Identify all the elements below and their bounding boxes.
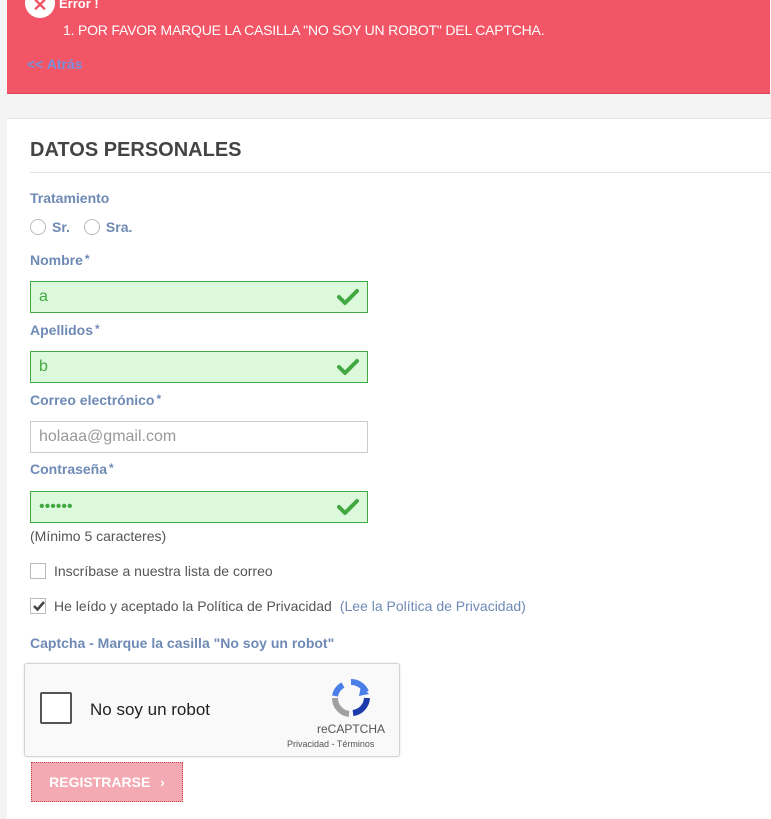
radio-sr[interactable] [30, 219, 46, 235]
apellidos-label-text: Apellidos [30, 322, 94, 338]
email-placeholder: holaaa@gmail.com [39, 428, 177, 445]
correo-label: Correo electrónico * [30, 392, 161, 408]
error-banner: ✕ Error ! 1. POR FAVOR MARQUE LA CASILLA… [7, 0, 770, 94]
newsletter-label[interactable]: Inscríbase a nuestra lista de correo [54, 563, 273, 579]
chevron-right-icon: › [160, 774, 165, 790]
section-divider [30, 172, 771, 173]
nombre-label: Nombre * [30, 252, 90, 268]
register-button[interactable]: REGISTRARSE › [31, 762, 183, 802]
error-title: Error ! [59, 0, 99, 11]
newsletter-row: Inscríbase a nuestra lista de correo [30, 563, 273, 579]
register-label: REGISTRARSE [49, 774, 151, 790]
personal-data-card: DATOS PERSONALES Tratamiento Sr. Sra. No… [7, 118, 771, 819]
privacy-row: He leído y aceptado la Política de Priva… [30, 598, 526, 614]
newsletter-checkbox[interactable] [30, 563, 46, 579]
section-title: DATOS PERSONALES [30, 139, 242, 161]
captcha-label: Captcha - Marque la casilla "No soy un r… [30, 635, 335, 651]
recaptcha-logo-icon [331, 678, 370, 717]
radio-sra-label[interactable]: Sra. [106, 219, 132, 235]
recaptcha-links[interactable]: Privacidad - Términos [287, 739, 374, 749]
radio-sr-label[interactable]: Sr. [52, 219, 70, 235]
tratamiento-options: Sr. Sra. [30, 219, 140, 235]
check-icon [337, 289, 359, 305]
required-mark: * [109, 461, 114, 475]
required-mark: * [95, 322, 100, 336]
radio-sra[interactable] [83, 219, 100, 235]
apellidos-label: Apellidos * [30, 322, 100, 338]
tratamiento-label: Tratamiento [30, 190, 110, 206]
password-hint: (Mínimo 5 caracteres) [30, 528, 167, 544]
privacy-policy-link[interactable]: (Lee la Política de Privacidad) [340, 598, 526, 614]
apellidos-input[interactable]: b [30, 351, 368, 383]
nombre-value: a [39, 288, 48, 305]
recaptcha-checkbox[interactable] [40, 692, 72, 724]
recaptcha-brand: reCAPTCHA [317, 722, 386, 736]
correo-label-text: Correo electrónico [30, 392, 155, 408]
check-icon [337, 359, 359, 375]
error-close-icon[interactable]: ✕ [25, 0, 55, 18]
required-mark: * [156, 392, 162, 406]
apellidos-value: b [39, 358, 48, 375]
recaptcha-widget: No soy un robot reCAPTCHA Privacidad - T… [24, 663, 400, 757]
email-field[interactable]: holaaa@gmail.com [30, 421, 368, 453]
nombre-input[interactable]: a [30, 281, 368, 313]
privacy-label[interactable]: He leído y aceptado la Política de Priva… [54, 598, 332, 614]
nombre-label-text: Nombre [30, 252, 83, 268]
back-link[interactable]: << Atrás [27, 56, 83, 72]
password-value: •••••• [39, 498, 73, 515]
privacy-checkbox[interactable] [30, 598, 46, 614]
required-mark: * [84, 252, 90, 266]
password-field[interactable]: •••••• [30, 491, 368, 523]
contrasena-label-text: Contraseña [30, 461, 108, 477]
error-message: 1. POR FAVOR MARQUE LA CASILLA "NO SOY U… [63, 22, 545, 38]
contrasena-label: Contraseña * [30, 461, 114, 477]
checkmark-icon [33, 601, 45, 612]
recaptcha-label: No soy un robot [90, 700, 211, 719]
check-icon [337, 499, 359, 515]
